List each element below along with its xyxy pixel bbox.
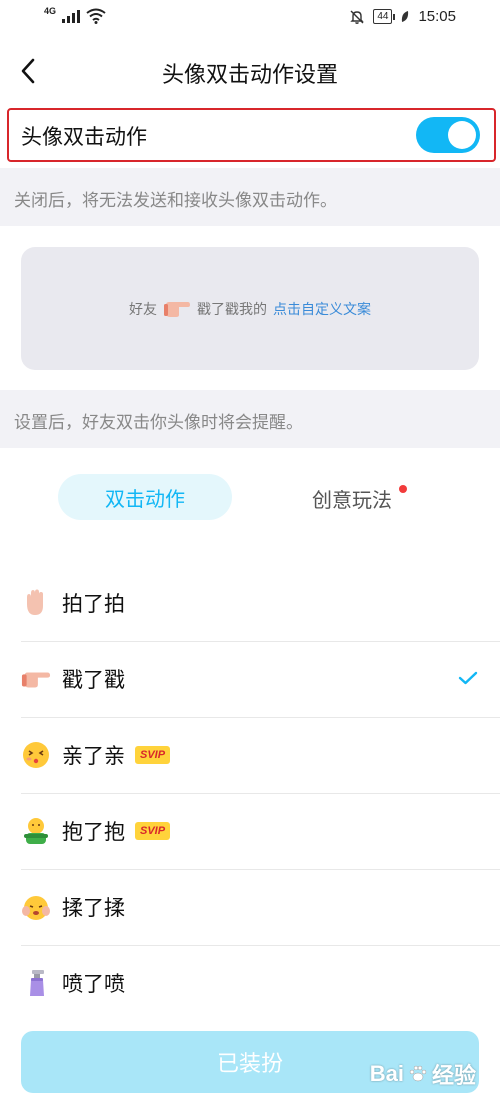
list-item[interactable]: 抱了抱 SVIP	[0, 793, 500, 869]
preview-hint: 设置后，好友双击你头像时将会提醒。	[14, 413, 303, 433]
action-label: 拍了拍	[62, 592, 125, 616]
wifi-icon	[86, 8, 106, 24]
status-bar: 4G 44 15:05	[0, 0, 500, 36]
action-label: 抱了抱	[62, 820, 125, 844]
action-label: 戳了戳	[62, 668, 125, 692]
tab-creative-play[interactable]: 创意玩法	[312, 484, 392, 513]
watermark-suffix: 经验	[431, 1063, 476, 1088]
avatar-double-tap-setting: 头像双击动作	[7, 108, 496, 162]
pointing-hand-icon	[164, 301, 190, 317]
hint-strip: 设置后，好友双击你头像时将会提醒。	[0, 390, 500, 448]
toggle-label: 头像双击动作	[21, 125, 147, 149]
action-label: 亲了亲	[62, 744, 125, 768]
pointing-hand-icon	[21, 664, 51, 694]
clock: 15:05	[418, 8, 456, 25]
list-item[interactable]: 拍了拍	[0, 565, 500, 641]
avatar-double-tap-switch[interactable]	[416, 117, 480, 153]
paw-icon	[409, 1065, 427, 1082]
svip-badge: SVIP	[135, 822, 171, 840]
bell-off-icon	[350, 10, 365, 24]
list-item[interactable]: 喷了喷	[0, 945, 500, 1021]
list-item[interactable]: 亲了亲 SVIP	[0, 717, 500, 793]
watermark-text: Bai	[369, 1061, 404, 1086]
action-label: 揉了揉	[62, 896, 125, 920]
header: 头像双击动作设置	[0, 36, 500, 106]
action-label: 喷了喷	[62, 972, 125, 996]
tab-double-tap-actions[interactable]: 双击动作	[58, 474, 232, 520]
baidu-watermark: Bai 经验	[370, 1058, 476, 1090]
tab-bar: 双击动作 创意玩法	[0, 474, 500, 522]
list-item[interactable]: 揉了揉	[0, 869, 500, 945]
hint-strip: 关闭后，将无法发送和接收头像双击动作。	[0, 168, 500, 226]
page-title: 头像双击动作设置	[161, 63, 338, 88]
signal-icon	[62, 9, 81, 23]
battery-icon: 44	[373, 9, 396, 24]
network-type: 4G	[44, 6, 57, 16]
preview-friend: 好友	[129, 301, 157, 318]
list-item[interactable]: 戳了戳	[0, 641, 500, 717]
customize-text-link[interactable]: 点击自定义文案	[273, 299, 371, 319]
svip-badge: SVIP	[135, 746, 171, 764]
switch-knob	[448, 121, 476, 149]
new-badge-dot	[399, 485, 407, 493]
checkmark-icon	[458, 670, 478, 689]
kissing-face-icon	[21, 740, 51, 770]
waving-hand-icon	[21, 588, 51, 618]
rubbed-face-icon	[21, 892, 51, 922]
preview-action: 戳了戳我的	[197, 301, 267, 318]
spray-bottle-icon	[21, 968, 51, 998]
action-list: 拍了拍 戳了戳 亲了亲 SVIP 抱了抱 SVIP 揉了揉 喷了喷	[0, 565, 500, 1021]
leaf-icon	[402, 10, 409, 22]
hugging-figure-icon	[21, 816, 51, 846]
toggle-hint: 关闭后，将无法发送和接收头像双击动作。	[14, 191, 337, 211]
preview-card: 好友 戳了戳我的 点击自定义文案	[21, 247, 479, 370]
